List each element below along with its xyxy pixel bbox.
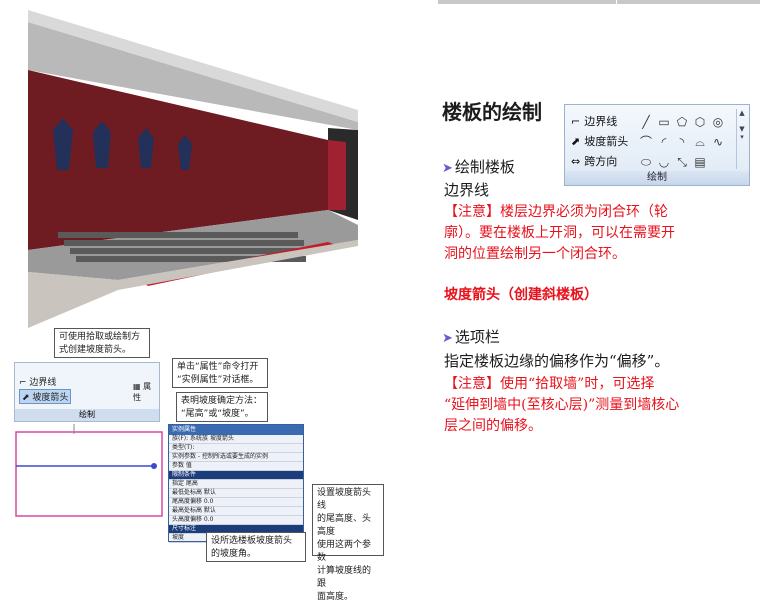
draw-tools-grid: ╱ ▭ ⬠ ⬡ ◎ ⌒ ◜ ◝ ⌓ ∿ ⬭ ◡ ⤡ ▤ [637, 111, 731, 171]
polygon-icon[interactable]: ⬠ [674, 114, 690, 130]
ribbon-scrollbar[interactable]: ▲ ▼ ▾ [736, 109, 747, 169]
dialog-row[interactable]: 类型(T): [169, 444, 303, 453]
span-direction-icon: ⇔ [571, 154, 581, 168]
callout-line: “尾高”或“坡度”。 [181, 409, 254, 419]
callout-line: 设置坡度箭头线 [317, 488, 372, 511]
diagram-ribbon-caption: 绘制 [15, 409, 159, 421]
dialog-row[interactable]: 尾高度偏移 0.0 [169, 498, 303, 507]
draw-ribbon-panel: ⌐ 边界线 ⬈ 坡度箭头 ⇔ 跨方向 ╱ ▭ ⬠ ⬡ ◎ ⌒ ◜ ◝ ⌓ ∿ ⬭ ◡ ⤡ ▤ ▲ ▼ ▾ … [564, 104, 750, 186]
callout-line: 的尾高度、头高度 [317, 514, 372, 537]
callout-line: 计算坡度线的跟 [317, 566, 372, 589]
diagram-ribbon: ⌐ 边界线 ⬈ 坡度箭头 ▦ 属性 绘制 [14, 362, 160, 422]
arc-center-icon[interactable]: ◜ [656, 134, 672, 150]
note-closed-loop: 【注意】楼层边界必须为闭合环（轮 廓）。要在楼板上开洞，可以在需要开 洞的位置绘… [444, 202, 744, 265]
dialog-row[interactable]: 最低处标高 默认 [169, 489, 303, 498]
slope-arrow-icon: ⬈ [22, 393, 33, 403]
callout-properties: 单击“属性”命令打开 “实例属性”对话框。 [172, 358, 268, 388]
dialog-section: 限制条件 [169, 471, 303, 480]
note2-line: 【注意】使用“拾取墙”时，可选择 [444, 376, 655, 392]
dialog-row[interactable]: 指定 尾高 [169, 480, 303, 489]
arc-tangent-icon[interactable]: ◝ [674, 134, 690, 150]
boundary-line-heading: 边界线 [444, 181, 490, 199]
ribbon-slope-arrow[interactable]: ⬈ 坡度箭头 [571, 133, 628, 149]
slope-arrow-heading: 坡度箭头（创建斜楼板） [444, 287, 598, 303]
boundary-line-icon: ⌐ [571, 114, 581, 128]
dialog-row: 实例参数 - 控制所选或要生成的实例 [169, 453, 303, 462]
callout-line: 可使用拾取或绘制方 [59, 332, 141, 342]
callout-line: 的坡度角。 [211, 549, 257, 559]
sketch-bullet-text: 绘制楼板 [454, 158, 515, 176]
dialog-row[interactable]: 族(F): 系统族 坡度箭头 [169, 435, 303, 444]
ribbon-boundary-line-label: 边界线 [584, 115, 618, 128]
diagram-slope-arrow[interactable]: ⬈ 坡度箭头 [19, 389, 72, 404]
callout-slope-angle: 设所选楼板坡度箭头 的坡度角。 [206, 532, 306, 562]
ribbon-span-direction-label: 跨方向 [584, 155, 618, 168]
note2-line: 层之间的偏移。 [444, 418, 542, 434]
dialog-row: 参数 值 [169, 462, 303, 471]
ellipse-icon[interactable]: ⬭ [638, 154, 654, 170]
top-decor-separator [616, 0, 617, 4]
note1-line: 洞的位置绘制另一个闭合环。 [444, 246, 626, 262]
callout-slope-method: 表明坡度确定方法： “尾高”或“坡度”。 [176, 392, 268, 422]
callout-line: 使用这两个参数 [317, 540, 372, 563]
note1-line: 廓）。要在楼板上开洞，可以在需要开 [444, 225, 675, 241]
note1-line: 【注意】楼层边界必须为闭合环（轮 [444, 204, 668, 220]
offset-description: 指定楼板边缘的偏移作为“偏移”。 [444, 352, 670, 370]
note-pick-walls: 【注意】使用“拾取墙”时，可选择 “延伸到墙中(至核心层)”测量到墙核心 层之间… [444, 374, 744, 437]
ribbon-slope-arrow-label: 坡度箭头 [584, 135, 629, 148]
bullet-arrow-icon: ➤ [442, 161, 453, 176]
slide-title: 楼板的绘制 [442, 100, 542, 124]
pick-walls-icon[interactable]: ▤ [692, 154, 708, 170]
diagram-properties-button[interactable]: ▦ 属性 [133, 381, 159, 403]
instance-properties-dialog: 实例属性 族(F): 系统族 坡度箭头 类型(T): 实例参数 - 控制所选或要… [168, 424, 304, 543]
ribbon-span-direction[interactable]: ⇔ 跨方向 [571, 153, 617, 169]
callout-line: 单击“属性”命令打开 [177, 362, 259, 372]
options-bullet-text: 选项栏 [454, 328, 500, 346]
callout-line: 表明坡度确定方法： [181, 396, 263, 406]
callout-line: 式创建坡度箭头。 [59, 345, 132, 355]
dialog-row[interactable]: 最高处标高 默认 [169, 507, 303, 516]
circle-icon[interactable]: ◎ [710, 114, 726, 130]
floor-plan-sketch [15, 424, 163, 517]
fillet-arc-icon[interactable]: ⌓ [692, 134, 708, 150]
diagram-boundary-line[interactable]: ⌐ 边界线 [19, 375, 56, 388]
slope-arrow-icon: ⬈ [571, 134, 581, 148]
boundary-line-icon: ⌐ [19, 378, 30, 388]
callout-pick-or-draw: 可使用拾取或绘制方 式创建坡度箭头。 [54, 328, 150, 358]
partial-ellipse-icon[interactable]: ◡ [656, 154, 672, 170]
line-icon[interactable]: ╱ [638, 114, 654, 130]
top-decor-bar [438, 0, 760, 4]
dialog-title: 实例属性 [169, 425, 303, 435]
callout-tail-head-height: 设置坡度箭头线 的尾高度、头高度 使用这两个参数 计算坡度线的跟 面高度。 [312, 484, 384, 602]
arc-start-end-icon[interactable]: ⌒ [638, 134, 654, 150]
diagram-slope-arrow-label: 坡度箭头 [32, 393, 69, 403]
ribbon-boundary-line[interactable]: ⌐ 边界线 [571, 113, 617, 129]
rectangle-icon[interactable]: ▭ [656, 114, 672, 130]
polygon-outline-icon[interactable]: ⬡ [692, 114, 708, 130]
bullet-arrow-icon: ➤ [442, 331, 453, 346]
properties-icon: ▦ [133, 382, 144, 391]
options-bullet: ➤ 选项栏 [442, 326, 500, 347]
diagram-boundary-line-label: 边界线 [29, 378, 57, 388]
sketch-bullet: ➤ 绘制楼板 [442, 156, 515, 177]
callout-line: 设所选楼板坡度箭头 [211, 536, 293, 546]
callout-line: 面高度。 [317, 592, 354, 602]
ribbon-caption: 绘制 [565, 171, 749, 185]
theater-3d-render [28, 10, 358, 328]
callout-line: “实例属性”对话框。 [177, 375, 259, 385]
spline-icon[interactable]: ∿ [710, 134, 726, 150]
dialog-row[interactable]: 头高度偏移 0.0 [169, 516, 303, 525]
pick-lines-icon[interactable]: ⤡ [674, 154, 690, 170]
note2-line: “延伸到墙中(至核心层)”测量到墙核心 [444, 397, 680, 413]
